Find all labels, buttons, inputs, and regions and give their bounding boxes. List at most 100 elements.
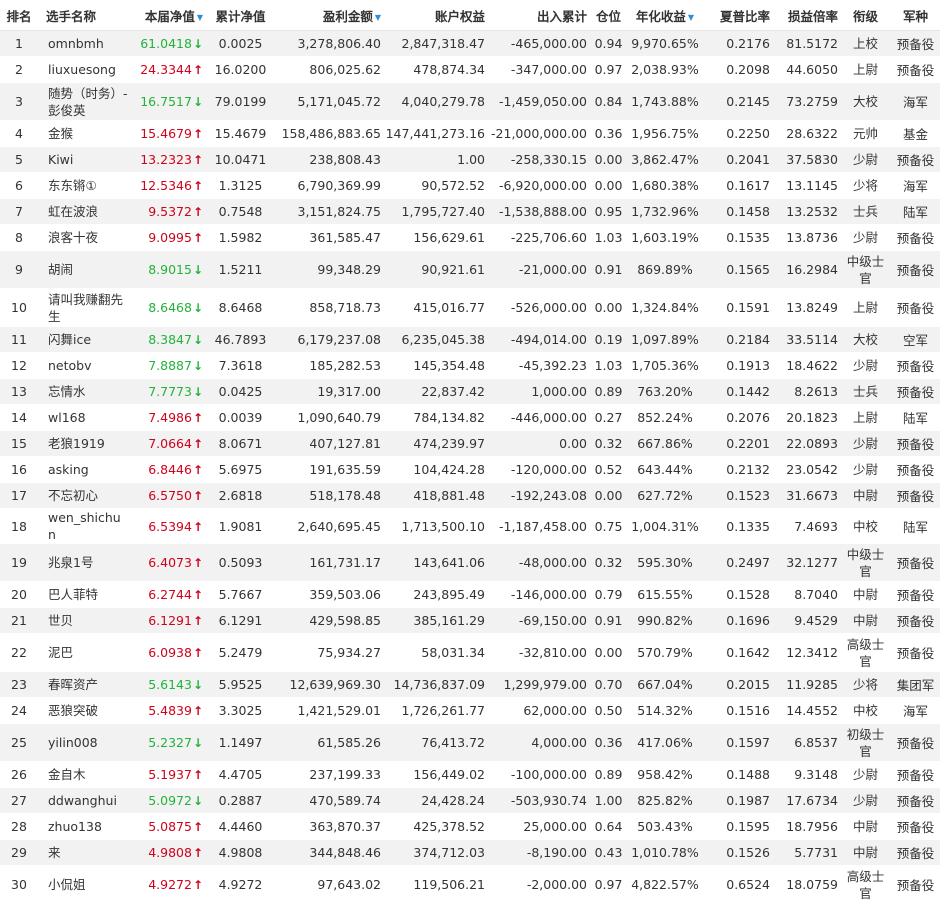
player-name[interactable]: 随势（时务）-彭俊英	[38, 82, 130, 121]
col-cum-nav-header[interactable]: 累计净值	[205, 0, 276, 31]
col-equity-header[interactable]: 账户权益	[383, 0, 487, 31]
player-name[interactable]: 胡闹	[38, 250, 130, 289]
table-row[interactable]: 11 闪舞ice 8.3847↓ 46.7893 6,179,237.08 6,235,0…	[0, 326, 940, 353]
column-header-label: 军种	[902, 8, 928, 24]
arrow-up-icon: ↑	[192, 153, 203, 167]
table-row[interactable]: 15 老狼1919 7.0664↑ 8.0671 407,127.81 474,239.9…	[0, 430, 940, 457]
cash-flow-value: -258,330.15	[510, 152, 587, 167]
col-flow-header[interactable]: 出入累计	[487, 0, 589, 31]
player-name[interactable]: netobv	[38, 352, 130, 379]
rank-title: 元帅	[840, 120, 891, 147]
table-row[interactable]: 10 请叫我赚翻先生 8.6468↓ 8.6468 858,718.73 415,016.…	[0, 288, 940, 327]
player-name[interactable]: 来	[38, 839, 130, 866]
table-row[interactable]: 29 来 4.9808↑ 4.9808 344,848.46 374,712.03 -8,1…	[0, 839, 940, 866]
col-position-header[interactable]: 仓位	[589, 0, 628, 31]
table-row[interactable]: 21 世贝 6.1291↑ 6.1291 429,598.85 385,161.29 -69…	[0, 607, 940, 634]
sort-down-icon[interactable]: ▼	[197, 13, 203, 22]
account-equity: 90,572.52	[383, 172, 487, 199]
table-row[interactable]: 27 ddwanghui 5.0972↓ 0.2887 470,589.74 24,428…	[0, 787, 940, 814]
player-name[interactable]: ddwanghui	[38, 787, 130, 814]
col-title-header[interactable]: 衔级	[840, 0, 891, 31]
table-row[interactable]: 17 不忘初心 6.5750↑ 2.6818 518,178.48 418,881.48 -…	[0, 482, 940, 509]
col-sharpe-header[interactable]: 夏普比率	[702, 0, 772, 31]
player-name[interactable]: wl168	[38, 404, 130, 431]
table-row[interactable]: 4 金猴 15.4679↑ 15.4679 158,486,883.65 147,441,…	[0, 120, 940, 147]
player-name[interactable]: zhuo138	[38, 813, 130, 840]
table-row[interactable]: 13 忘情水 7.7773↓ 0.0425 19,317.00 22,837.42 1,00…	[0, 378, 940, 405]
arrow-up-icon: ↑	[192, 704, 203, 718]
col-nav-header[interactable]: 本届净值 ▼	[130, 0, 205, 31]
player-name[interactable]: 闪舞ice	[38, 326, 130, 353]
player-name[interactable]: 泥巴	[38, 633, 130, 672]
arrow-up-icon: ↑	[192, 768, 203, 782]
player-name[interactable]: 巴人菲特	[38, 581, 130, 608]
player-name[interactable]: 世贝	[38, 607, 130, 634]
player-name[interactable]: 东东锵①	[38, 172, 130, 199]
table-row[interactable]: 5 Kiwi 13.2323↑ 10.0471 238,808.43 1.00 -258,3…	[0, 146, 940, 173]
table-row[interactable]: 23 春晖资产 5.6143↓ 5.9525 12,639,969.30 14,736,8…	[0, 671, 940, 698]
pl-ratio: 8.2613	[772, 378, 840, 405]
sort-down-icon[interactable]: ▼	[375, 13, 381, 22]
table-row[interactable]: 18 wen_shichun 6.5394↑ 1.9081 2,640,695.45 1,…	[0, 508, 940, 544]
table-row[interactable]: 7 虹在波浪 9.5372↑ 0.7548 3,151,824.75 1,795,727.…	[0, 198, 940, 225]
player-name[interactable]: 不忘初心	[38, 482, 130, 509]
table-row[interactable]: 30 小侃姐 4.9272↑ 4.9272 97,643.02 119,506.21 -2,…	[0, 865, 940, 904]
col-name-header[interactable]: 选手名称	[38, 0, 130, 31]
cash-flow: -48,000.00	[487, 543, 589, 582]
table-row[interactable]: 2 liuxuesong 24.3344↑ 16.0200 806,025.62 478,…	[0, 56, 940, 83]
table-row[interactable]: 6 东东锵① 12.5346↑ 1.3125 6,790,369.99 90,572.52…	[0, 172, 940, 199]
player-name[interactable]: 金猴	[38, 120, 130, 147]
player-name[interactable]: liuxuesong	[38, 56, 130, 83]
player-name[interactable]: 浪客十夜	[38, 224, 130, 251]
player-name[interactable]: 兆泉1号	[38, 543, 130, 582]
player-name[interactable]: 忘情水	[38, 378, 130, 405]
col-rank-header[interactable]: 排名	[0, 0, 38, 31]
col-profit-header[interactable]: 盈利金额 ▼	[276, 0, 383, 31]
sharpe-ratio: 0.1696	[702, 607, 772, 634]
table-row[interactable]: 3 随势（时务）-彭俊英 16.7517↓ 79.0199 5,171,045.72 4,…	[0, 82, 940, 121]
col-branch-header[interactable]: 军种	[891, 0, 940, 31]
rank-title: 中校	[840, 508, 891, 544]
sharpe-ratio-value: 0.1591	[726, 300, 770, 315]
cumulative-nav: 8.0671	[205, 430, 276, 457]
profit-amount-value: 158,486,883.65	[281, 126, 381, 141]
profit-amount: 858,718.73	[276, 288, 383, 327]
player-name[interactable]: yilin008	[38, 723, 130, 762]
position: 0.75	[589, 508, 628, 544]
table-row[interactable]: 9 胡闹 8.9015↓ 1.5211 99,348.29 90,921.61 -21,00…	[0, 250, 940, 289]
table-row[interactable]: 22 泥巴 6.0938↑ 5.2479 75,934.27 58,031.34 -32,8…	[0, 633, 940, 672]
col-pl-ratio-header[interactable]: 损益倍率	[772, 0, 840, 31]
player-name[interactable]: 恶狼突破	[38, 697, 130, 724]
profit-amount: 6,790,369.99	[276, 172, 383, 199]
table-row[interactable]: 14 wl168 7.4986↑ 0.0039 1,090,640.79 784,134.…	[0, 404, 940, 431]
table-row[interactable]: 24 恶狼突破 5.4839↑ 3.3025 1,421,529.01 1,726,261…	[0, 697, 940, 724]
player-name[interactable]: Kiwi	[38, 146, 130, 173]
sharpe-ratio: 0.1528	[702, 581, 772, 608]
player-name[interactable]: asking	[38, 456, 130, 483]
position: 1.00	[589, 787, 628, 814]
player-name[interactable]: 老狼1919	[38, 430, 130, 457]
player-name[interactable]: 春晖资产	[38, 671, 130, 698]
table-row[interactable]: 12 netobv 7.8887↓ 7.3618 185,282.53 145,354.4…	[0, 352, 940, 379]
player-name[interactable]: 虹在波浪	[38, 198, 130, 225]
table-row[interactable]: 26 金自木 5.1937↑ 4.4705 237,199.33 156,449.02 -1…	[0, 761, 940, 788]
table-row[interactable]: 8 浪客十夜 9.0995↑ 1.5982 361,585.47 156,629.61 -2…	[0, 224, 940, 251]
table-row[interactable]: 20 巴人菲特 6.2744↑ 5.7667 359,503.06 243,895.49 -…	[0, 581, 940, 608]
col-annual-header[interactable]: 年化收益 ▼	[628, 0, 702, 31]
table-row[interactable]: 16 asking 6.8446↑ 5.6975 191,635.59 104,424.2…	[0, 456, 940, 483]
sort-down-icon[interactable]: ▼	[688, 13, 694, 22]
table-row[interactable]: 19 兆泉1号 6.4073↑ 0.5093 161,731.17 143,641.06 -…	[0, 543, 940, 582]
table-row[interactable]: 1 omnbmh 61.0418↓ 0.0025 3,278,806.40 2,847,3…	[0, 30, 940, 57]
account-equity-value: 119,506.21	[413, 877, 485, 892]
table-row[interactable]: 28 zhuo138 5.0875↑ 4.4460 363,870.37 425,378.…	[0, 813, 940, 840]
table-row[interactable]: 25 yilin008 5.2327↓ 1.1497 61,585.26 76,413.7…	[0, 723, 940, 762]
position: 0.79	[589, 581, 628, 608]
player-name[interactable]: 请叫我赚翻先生	[38, 288, 130, 327]
player-name[interactable]: omnbmh	[38, 30, 130, 57]
pl-ratio-value: 14.4552	[786, 703, 838, 718]
arrow-up-icon: ↑	[192, 205, 203, 219]
rank-title: 中级士官	[840, 250, 891, 289]
player-name[interactable]: 金自木	[38, 761, 130, 788]
player-name[interactable]: wen_shichun	[38, 508, 130, 544]
player-name[interactable]: 小侃姐	[38, 865, 130, 904]
